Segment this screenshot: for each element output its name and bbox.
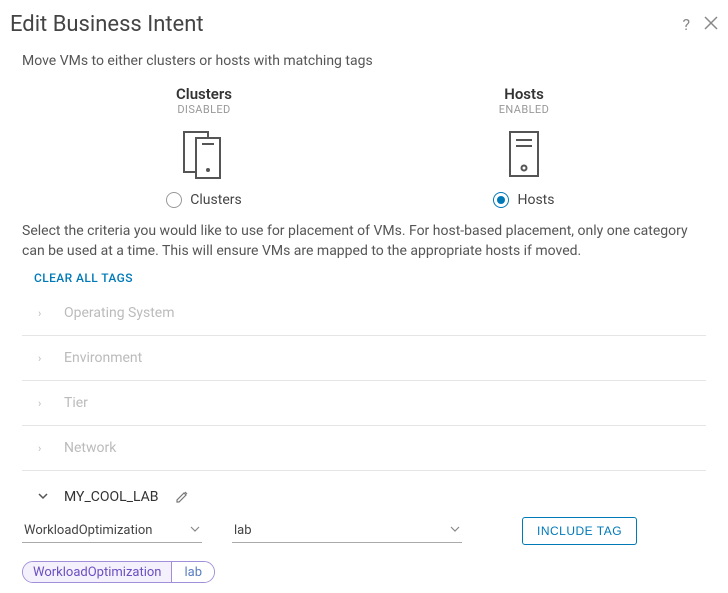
- category-row-mycoollab[interactable]: MY_COOL_LAB: [22, 471, 706, 513]
- hosts-icon: [494, 126, 554, 182]
- intro-description: Move VMs to either clusters or hosts wit…: [0, 47, 728, 79]
- dialog-title: Edit Business Intent: [10, 12, 204, 37]
- category-label: Operating System: [64, 305, 175, 321]
- option-hosts-status: ENABLED: [499, 103, 549, 116]
- chevron-down-icon: [190, 524, 200, 537]
- option-clusters-title: Clusters: [176, 85, 232, 103]
- category-row-tier[interactable]: › Tier: [22, 381, 706, 426]
- category-row-environment[interactable]: › Environment: [22, 336, 706, 381]
- chevron-down-icon: [38, 491, 48, 504]
- option-hosts-title: Hosts: [504, 85, 544, 103]
- chevron-down-icon: [450, 524, 460, 537]
- pencil-icon[interactable]: [175, 490, 189, 504]
- criteria-description: Select the criteria you would like to us…: [0, 208, 728, 265]
- category-row-os[interactable]: › Operating System: [22, 291, 706, 336]
- radio-hosts[interactable]: [493, 192, 509, 208]
- help-icon[interactable]: ?: [682, 15, 690, 34]
- option-clusters-status: DISABLED: [177, 103, 230, 116]
- chevron-right-icon: ›: [38, 442, 48, 455]
- clear-all-tags-link[interactable]: CLEAR ALL TAGS: [0, 265, 728, 291]
- clusters-icon: [174, 126, 234, 182]
- tag-chip[interactable]: WorkloadOptimization lab: [22, 561, 215, 583]
- radio-hosts-label: Hosts: [517, 192, 554, 208]
- category-dropdown-value: WorkloadOptimization: [24, 523, 152, 538]
- include-tag-button[interactable]: INCLUDE TAG: [522, 517, 637, 545]
- chevron-right-icon: ›: [38, 307, 48, 320]
- chevron-right-icon: ›: [38, 352, 48, 365]
- category-label: Tier: [64, 395, 88, 411]
- category-label: Network: [64, 440, 116, 456]
- category-dropdown[interactable]: WorkloadOptimization: [22, 519, 202, 543]
- radio-clusters[interactable]: [166, 192, 182, 208]
- chip-category: WorkloadOptimization: [23, 562, 171, 582]
- category-label: Environment: [64, 350, 142, 366]
- radio-clusters-label: Clusters: [190, 192, 241, 208]
- close-icon[interactable]: [704, 15, 718, 34]
- tag-dropdown[interactable]: lab: [232, 519, 462, 543]
- category-label: MY_COOL_LAB: [64, 489, 159, 505]
- chevron-right-icon: ›: [38, 397, 48, 410]
- option-hosts: Hosts ENABLED Hosts: [444, 85, 604, 208]
- tag-dropdown-value: lab: [234, 523, 252, 538]
- option-clusters: Clusters DISABLED Clusters: [124, 85, 284, 208]
- chip-tag: lab: [171, 562, 214, 582]
- category-row-network[interactable]: › Network: [22, 426, 706, 471]
